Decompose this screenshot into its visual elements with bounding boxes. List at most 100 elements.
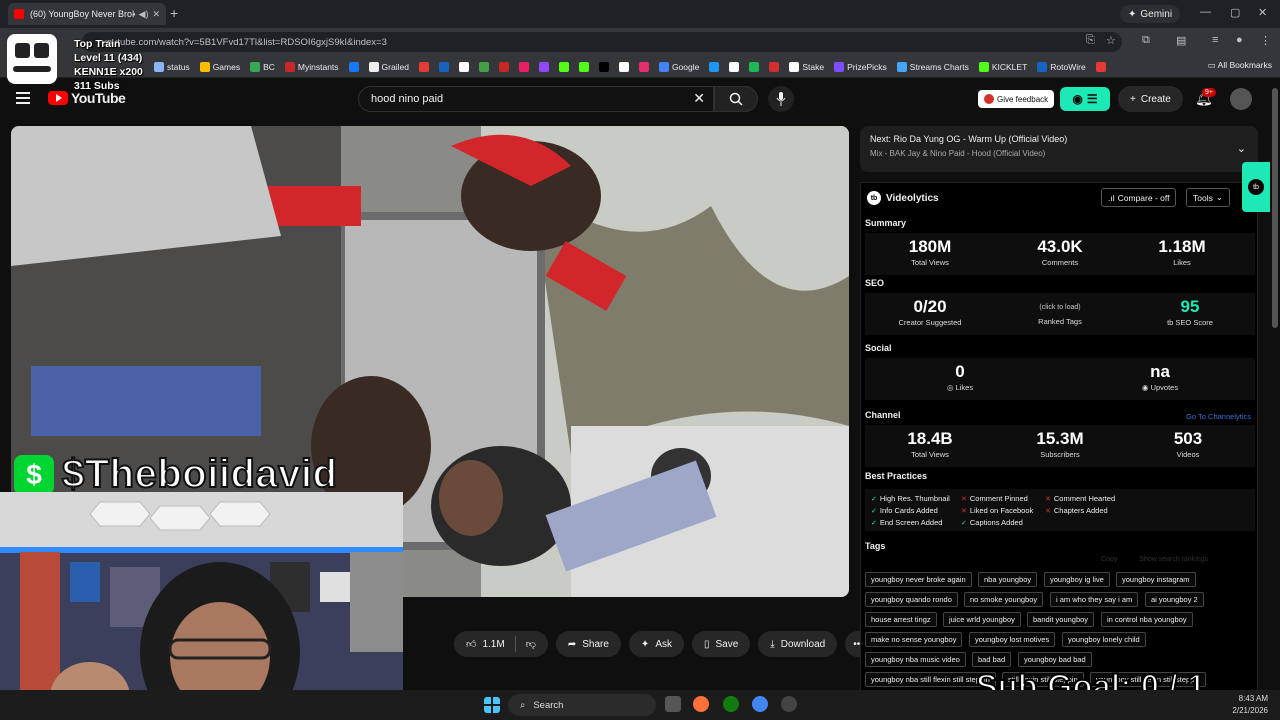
bookmark-item[interactable]: [495, 61, 513, 72]
tag-chip[interactable]: youngboy bad bad: [1018, 652, 1092, 667]
search-button[interactable]: [714, 86, 758, 112]
up-next-card[interactable]: Next: Rio Da Yung OG - Warm Up (Official…: [860, 126, 1258, 172]
bookmark-item[interactable]: RotoWire: [1033, 61, 1089, 72]
scrollbar-thumb[interactable]: [1272, 88, 1278, 328]
bookmark-item[interactable]: [555, 61, 573, 72]
like-button[interactable]: 👍︎ 1.1M 👎︎: [454, 631, 548, 657]
videolytics-side-tab[interactable]: tb: [1242, 162, 1270, 212]
tag-chip[interactable]: in control nba youngboy: [1101, 612, 1193, 627]
chevron-down-icon[interactable]: ⌄: [1237, 142, 1246, 155]
bookmark-item[interactable]: status: [150, 61, 194, 72]
videolytics-toggle-button[interactable]: ◉ ☰: [1060, 87, 1110, 111]
menu-kebab-icon[interactable]: ⋮: [1260, 34, 1271, 47]
bookmark-item[interactable]: KICKLET: [975, 61, 1031, 72]
bookmark-item[interactable]: [595, 61, 613, 72]
browser-tab[interactable]: (60) YoungBoy Never Broke ◀) ✕: [8, 3, 166, 25]
tag-chip[interactable]: youngboy never broke again: [865, 572, 972, 587]
create-button[interactable]: + Create: [1118, 86, 1183, 112]
bookmark-favicon-icon: [978, 61, 989, 72]
tag-chip[interactable]: youngboy instagram: [1116, 572, 1196, 587]
bookmark-item[interactable]: [765, 61, 783, 72]
url-field[interactable]: youtube.com/watch?v=5B1VFvd17Tl&list=RDS…: [82, 32, 1122, 52]
close-tab-icon[interactable]: ✕: [152, 9, 160, 20]
thumbs-down-icon[interactable]: 👎︎: [526, 638, 536, 650]
show-rankings-link[interactable]: Show search rankings: [1139, 556, 1208, 563]
tag-chip[interactable]: house arrest tingz: [865, 612, 937, 627]
minimize-icon[interactable]: —: [1200, 6, 1211, 18]
bookmark-item[interactable]: [725, 61, 743, 72]
bookmark-item[interactable]: Google: [655, 61, 703, 72]
tag-chip[interactable]: i am who they say i am: [1050, 592, 1139, 607]
search-input[interactable]: hood nino paid ✕: [358, 86, 714, 112]
download-button[interactable]: ⤓ Download: [758, 631, 838, 657]
voice-search-button[interactable]: [768, 86, 794, 112]
bookmark-item[interactable]: [745, 61, 763, 72]
bookmark-item[interactable]: [435, 61, 453, 72]
bookmark-item[interactable]: [635, 61, 653, 72]
tag-chip[interactable]: make no sense youngboy: [865, 632, 963, 647]
bookmark-item[interactable]: PrizePicks: [830, 61, 891, 72]
bookmark-item[interactable]: Grailed: [365, 61, 413, 72]
tag-chip[interactable]: youngboy nba music video: [865, 652, 966, 667]
bookmark-item[interactable]: BC: [246, 61, 279, 72]
tag-chip[interactable]: bandit youngboy: [1027, 612, 1095, 627]
tab-search-icon[interactable]: ≡: [1212, 34, 1218, 46]
windows-start-icon[interactable]: [484, 697, 500, 713]
bookmark-item[interactable]: Myinstants: [281, 61, 343, 72]
tag-chip[interactable]: nba youngboy: [978, 572, 1038, 587]
copy-tags-link[interactable]: Copy: [1101, 556, 1117, 563]
close-window-icon[interactable]: ✕: [1258, 6, 1267, 19]
chrome-icon[interactable]: [752, 696, 768, 712]
bookmark-star-icon[interactable]: ☆: [1106, 34, 1116, 47]
tag-chip[interactable]: youngboy lost motives: [969, 632, 1056, 647]
stat-channel-views: 18.4B Total Views: [907, 429, 953, 459]
extensions-icon[interactable]: ⧉: [1142, 34, 1150, 47]
taskbar-search[interactable]: ⌕ Search: [508, 694, 656, 716]
tag-chip[interactable]: juice wrld youngboy: [943, 612, 1021, 627]
profile-icon[interactable]: ●: [1236, 34, 1243, 46]
ask-button[interactable]: ✦ Ask: [628, 631, 684, 657]
taskbar-clock[interactable]: 8:43 AM 2/21/2026: [1232, 693, 1268, 717]
bookmark-item[interactable]: [1092, 61, 1110, 72]
bookmark-item[interactable]: [475, 61, 493, 72]
tag-chip[interactable]: youngboy lonely child: [1062, 632, 1146, 647]
bookmark-item[interactable]: [455, 61, 473, 72]
page-scrollbar[interactable]: [1270, 78, 1280, 690]
compare-toggle-button[interactable]: .ıl Compare - off: [1101, 188, 1177, 207]
stat-ranked-tags[interactable]: (click to load) Ranked Tags: [1005, 297, 1115, 326]
clear-search-icon[interactable]: ✕: [693, 90, 705, 107]
bookmark-item[interactable]: [575, 61, 593, 72]
bookmark-item[interactable]: Games: [196, 61, 244, 72]
bookmark-item[interactable]: Stake: [785, 61, 828, 72]
speaker-icon[interactable]: ◀): [139, 9, 149, 20]
give-feedback-button[interactable]: Give feedback: [978, 90, 1055, 108]
firefox-icon[interactable]: [693, 696, 709, 712]
bookmark-item[interactable]: [515, 61, 533, 72]
app-icon[interactable]: [781, 696, 797, 712]
side-panel-icon[interactable]: ▤: [1176, 34, 1186, 47]
save-button[interactable]: ▯ Save: [691, 631, 751, 657]
tag-chip[interactable]: ai youngboy 2: [1145, 592, 1204, 607]
tag-chip[interactable]: no smoke youngboy: [964, 592, 1044, 607]
tag-chip[interactable]: youngboy ig live: [1044, 572, 1110, 587]
task-view-icon[interactable]: [665, 696, 681, 712]
install-app-icon[interactable]: ⎘: [1086, 34, 1095, 47]
channelytics-link[interactable]: Go To Channelytics: [1186, 412, 1251, 421]
tools-dropdown[interactable]: Tools ⌄: [1186, 188, 1230, 207]
all-bookmarks-button[interactable]: ▭ All Bookmarks: [1208, 60, 1272, 71]
bookmark-item[interactable]: [415, 61, 433, 72]
bookmark-item[interactable]: [345, 61, 363, 72]
gemini-button[interactable]: ✦ Gemini: [1120, 5, 1181, 23]
bookmark-item[interactable]: [615, 61, 633, 72]
new-tab-button[interactable]: +: [170, 5, 178, 21]
avatar[interactable]: [1230, 88, 1252, 110]
share-button[interactable]: ➦ Share: [555, 631, 621, 657]
restore-icon[interactable]: ▢: [1230, 6, 1240, 19]
best-practice-item: ✓ Info Cards Added: [871, 506, 938, 515]
tag-chip[interactable]: youngboy quando rondo: [865, 592, 958, 607]
bookmark-item[interactable]: [535, 61, 553, 72]
xbox-icon[interactable]: [723, 696, 739, 712]
bookmark-item[interactable]: [705, 61, 723, 72]
tag-chip[interactable]: bad bad: [972, 652, 1012, 667]
bookmark-item[interactable]: Streams Charts: [893, 61, 973, 72]
